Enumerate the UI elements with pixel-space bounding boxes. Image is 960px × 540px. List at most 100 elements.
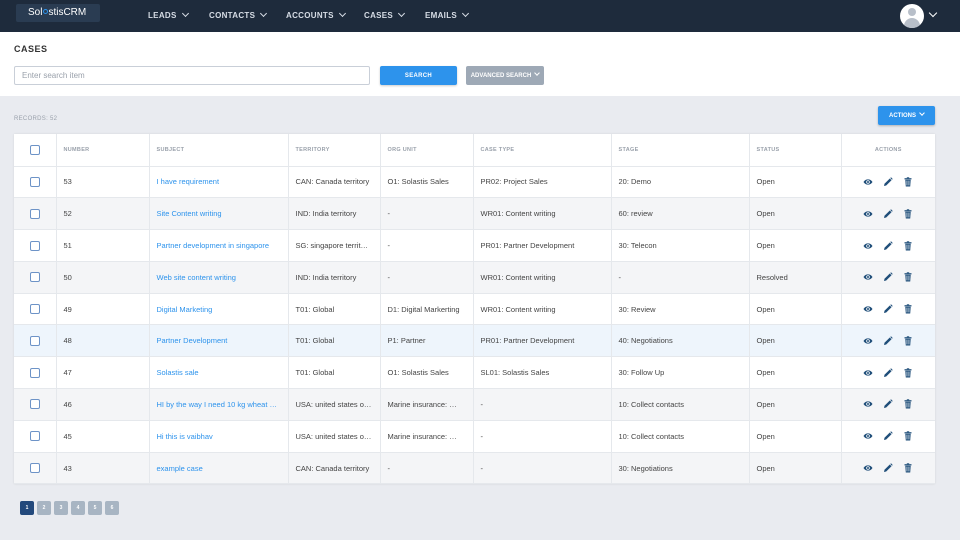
row-select-cell (14, 356, 57, 390)
row-select-cell (14, 293, 57, 326)
page-button[interactable]: 3 (54, 501, 68, 515)
nav-item-contacts[interactable]: CONTACTS (209, 0, 268, 32)
trash-icon[interactable] (903, 399, 913, 409)
nav-item-emails[interactable]: EMAILS (425, 0, 470, 32)
eye-icon[interactable] (863, 431, 873, 441)
row-checkbox[interactable] (29, 176, 40, 187)
row-checkbox[interactable] (29, 304, 40, 315)
table-row[interactable]: 46 HI by the way I need 10 kg wheat … USA:… (14, 388, 935, 421)
column-header-status[interactable]: STATUS (749, 134, 842, 167)
case-subject-link[interactable]: Digital Marketing (149, 293, 289, 326)
case-status: Open (749, 166, 842, 199)
table-row[interactable]: 47 Solastis sale T01: Global O1: Solastis S… (14, 356, 935, 390)
trash-icon[interactable] (903, 304, 913, 314)
case-subject-link[interactable]: example case (149, 452, 289, 485)
row-checkbox[interactable] (29, 367, 40, 378)
page-button[interactable]: 1 (20, 501, 34, 515)
case-org-unit: - (380, 229, 474, 262)
trash-icon[interactable] (903, 336, 913, 346)
column-header-case-type[interactable]: CASE TYPE (473, 134, 612, 167)
chevron-down-icon (260, 9, 268, 18)
case-subject-link[interactable]: HI by the way I need 10 kg wheat … (149, 388, 289, 421)
page-button[interactable]: 6 (105, 501, 119, 515)
eye-icon[interactable] (863, 399, 873, 409)
column-header-stage[interactable]: STAGE (611, 134, 750, 167)
eye-icon[interactable] (863, 368, 873, 378)
case-subject-link[interactable]: Web site content writing (149, 261, 289, 294)
case-subject-link[interactable]: Partner development in singapore (149, 229, 289, 262)
row-checkbox[interactable] (29, 240, 40, 251)
case-subject-link[interactable]: I have requirement (149, 166, 289, 199)
eye-icon[interactable] (863, 241, 873, 251)
table-row[interactable]: 52 Site Content writing IND: India territo… (14, 197, 935, 231)
trash-icon[interactable] (903, 463, 913, 473)
nav-item-cases[interactable]: CASES (364, 0, 406, 32)
table-row[interactable]: 45 Hi this is vaibhav USA: united states o… (14, 420, 935, 453)
eye-icon[interactable] (863, 463, 873, 473)
nav-item-accounts[interactable]: ACCOUNTS (286, 0, 346, 32)
advanced-search-button[interactable]: ADVANCED SEARCH (466, 66, 544, 85)
search-input[interactable] (14, 66, 370, 85)
column-header-subject[interactable]: SUBJECT (149, 134, 289, 167)
trash-icon[interactable] (903, 431, 913, 441)
eye-icon[interactable] (863, 304, 873, 314)
row-checkbox[interactable] (29, 463, 40, 474)
actions-button[interactable]: ACTIONS (878, 106, 935, 125)
table-row[interactable]: 43 example case CAN: Canada territory - -30:… (14, 452, 935, 485)
row-checkbox[interactable] (29, 431, 40, 442)
case-org-unit: - (380, 261, 474, 294)
pencil-icon[interactable] (883, 272, 893, 282)
eye-icon[interactable] (863, 272, 873, 282)
eye-icon[interactable] (863, 336, 873, 346)
page-button[interactable]: 5 (88, 501, 102, 515)
table-row[interactable]: 50 Web site content writing IND: India ter… (14, 261, 935, 294)
pencil-icon[interactable] (883, 463, 893, 473)
row-checkbox[interactable] (29, 272, 40, 283)
case-subject-link[interactable]: Partner Development (149, 324, 289, 358)
trash-icon[interactable] (903, 177, 913, 187)
case-type: WR01: Content writing (473, 197, 612, 231)
row-select-cell (14, 197, 57, 231)
case-org-unit: Marine insurance: … (380, 420, 474, 453)
pencil-icon[interactable] (883, 336, 893, 346)
row-checkbox[interactable] (29, 208, 40, 219)
trash-icon[interactable] (903, 367, 913, 378)
column-header-org-unit[interactable]: ORG UNIT (380, 134, 474, 167)
pencil-icon[interactable] (883, 399, 893, 409)
column-header-number[interactable]: NUMBER (56, 134, 150, 167)
case-org-unit: D1: Digital Markerting (380, 293, 474, 326)
table-row[interactable]: 49 Digital Marketing T01: Global D1: Digita… (14, 293, 935, 326)
select-all-checkbox[interactable] (29, 144, 40, 155)
case-type: - (473, 420, 612, 453)
case-org-unit: P1: Partner (380, 324, 474, 358)
user-avatar-icon[interactable] (900, 4, 924, 28)
search-button[interactable]: SEARCH (380, 66, 457, 85)
pencil-icon[interactable] (883, 304, 893, 314)
page-button[interactable]: 4 (71, 501, 85, 515)
row-checkbox[interactable] (29, 335, 40, 346)
row-actions (841, 356, 935, 390)
trash-icon[interactable] (903, 209, 913, 219)
case-subject-link[interactable]: Hi this is vaibhav (149, 420, 289, 453)
pencil-icon[interactable] (883, 209, 893, 219)
eye-icon[interactable] (863, 209, 873, 219)
pencil-icon[interactable] (883, 367, 893, 378)
column-header-territory[interactable]: TERRITORY (288, 134, 381, 167)
pencil-icon[interactable] (883, 431, 893, 441)
row-checkbox[interactable] (29, 399, 40, 410)
trash-icon[interactable] (903, 240, 913, 251)
pencil-icon[interactable] (883, 240, 893, 251)
case-subject-link[interactable]: Solastis sale (149, 356, 289, 390)
app-logo[interactable]: Sol stisCRM (16, 4, 100, 22)
page-button[interactable]: 2 (37, 501, 51, 515)
eye-icon[interactable] (863, 177, 873, 187)
nav-item-leads[interactable]: LEADS (148, 0, 189, 32)
case-subject-link[interactable]: Site Content writing (149, 197, 289, 231)
trash-icon[interactable] (903, 272, 913, 282)
table-row[interactable]: 48 Partner Development T01: Global P1: Part… (14, 324, 935, 358)
case-org-unit: - (380, 452, 474, 485)
table-row[interactable]: 53 I have requirement CAN: Canada territor… (14, 166, 935, 199)
pencil-icon[interactable] (883, 177, 893, 187)
user-menu-chevron-icon[interactable] (928, 8, 938, 18)
table-row[interactable]: 51 Partner development in singapore SG: si… (14, 229, 935, 262)
